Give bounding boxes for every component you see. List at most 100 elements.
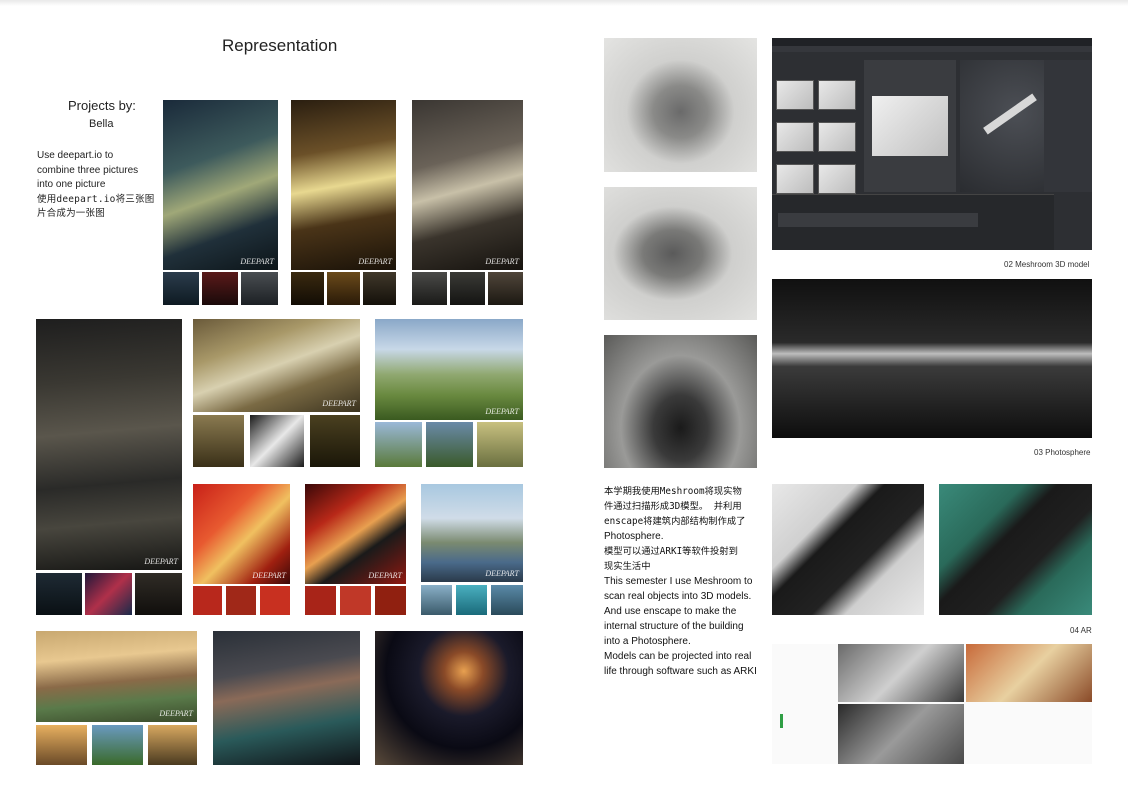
3d-viewer bbox=[960, 60, 1054, 192]
source-thumb bbox=[202, 272, 238, 305]
source-thumb bbox=[260, 586, 290, 615]
source-thumb bbox=[450, 272, 485, 305]
photo-cube-side bbox=[604, 187, 757, 320]
image-thumb bbox=[776, 164, 814, 194]
watermark: DEEPART bbox=[322, 399, 356, 408]
source-thumb bbox=[375, 586, 406, 615]
meshroom-titlebar bbox=[772, 38, 1092, 46]
artwork-red-room-1: DEEPART bbox=[193, 484, 290, 584]
artwork-red-room-2: DEEPART bbox=[305, 484, 406, 584]
description-line: Models can be projected into real bbox=[604, 651, 752, 662]
point-cloud bbox=[983, 93, 1037, 135]
description-line: This semester I use Meshroom to bbox=[604, 576, 753, 587]
artwork-two-figures bbox=[604, 335, 757, 468]
watermark: DEEPART bbox=[485, 569, 519, 578]
artwork-city-2: DEEPART bbox=[291, 100, 396, 270]
description-line: into a Photosphere. bbox=[604, 636, 691, 647]
source-thumb bbox=[421, 585, 452, 615]
source-thumb bbox=[193, 415, 244, 467]
arki-image bbox=[966, 644, 1092, 702]
caption-photosphere: 03 Photosphere bbox=[1034, 448, 1091, 457]
arki-image bbox=[838, 644, 964, 702]
photo-cube-top bbox=[604, 38, 757, 172]
source-thumb bbox=[363, 272, 396, 305]
projects-by-label: Projects by: bbox=[68, 98, 136, 113]
description-line: Photosphere. bbox=[604, 531, 664, 542]
artwork-city-1: DEEPART bbox=[163, 100, 278, 270]
arki-image bbox=[838, 704, 964, 764]
artwork-night-girl bbox=[213, 631, 360, 765]
description-line: internal structure of the building bbox=[604, 621, 744, 632]
source-thumb bbox=[250, 415, 304, 467]
image-thumb bbox=[818, 80, 856, 110]
artwork-landscape-girl: DEEPART bbox=[375, 319, 523, 420]
meshroom-menubar bbox=[772, 46, 1092, 52]
node-strip bbox=[778, 213, 978, 227]
source-thumb bbox=[148, 725, 197, 765]
description-block: Use deepart.io to combine three pictures… bbox=[37, 149, 159, 222]
desc-line-cn: 片合成为一张图 bbox=[37, 208, 105, 219]
source-thumb bbox=[36, 573, 82, 615]
source-thumb bbox=[327, 272, 360, 305]
arki-collage bbox=[772, 644, 1092, 764]
source-thumb bbox=[291, 272, 324, 305]
source-thumb bbox=[340, 586, 371, 615]
ar-model-map bbox=[772, 484, 924, 615]
source-thumb bbox=[163, 272, 199, 305]
source-thumb bbox=[310, 415, 360, 467]
image-viewer bbox=[864, 60, 956, 192]
description-line: 现实生活中 bbox=[604, 561, 651, 572]
description-line: And use enscape to make the bbox=[604, 606, 737, 617]
watermark: DEEPART bbox=[252, 571, 286, 580]
description-line: 本学期我使用Meshroom将现实物 bbox=[604, 486, 742, 497]
caption-ar: 04 AR bbox=[1070, 626, 1092, 635]
desc-line: into one picture bbox=[37, 179, 106, 190]
description-line: enscape将建筑内部结构制作成了 bbox=[604, 516, 746, 527]
source-thumb bbox=[85, 573, 132, 615]
source-thumb bbox=[92, 725, 143, 765]
source-thumb bbox=[491, 585, 523, 615]
desc-line-cn: 使用deepart.io将三张图 bbox=[37, 193, 155, 205]
artwork-skyline: DEEPART bbox=[421, 484, 523, 582]
source-thumb bbox=[375, 422, 422, 467]
watermark: DEEPART bbox=[240, 257, 274, 266]
source-thumb bbox=[193, 586, 222, 615]
image-thumb bbox=[818, 122, 856, 152]
source-thumb bbox=[226, 586, 256, 615]
accent-mark bbox=[780, 714, 783, 728]
page-title: Representation bbox=[222, 36, 338, 55]
source-thumb bbox=[456, 585, 487, 615]
meshroom-screenshot bbox=[772, 38, 1092, 250]
graph-editor bbox=[772, 194, 1054, 250]
watermark: DEEPART bbox=[159, 709, 193, 718]
source-thumb bbox=[135, 573, 182, 615]
source-thumb bbox=[305, 586, 336, 615]
source-thumb bbox=[241, 272, 278, 305]
ar-model-mat bbox=[939, 484, 1092, 615]
watermark: DEEPART bbox=[368, 571, 402, 580]
preview-image bbox=[872, 96, 948, 156]
image-thumb bbox=[776, 80, 814, 110]
author-name: Bella bbox=[89, 118, 114, 130]
source-thumb bbox=[426, 422, 473, 467]
watermark: DEEPART bbox=[358, 257, 392, 266]
watermark: DEEPART bbox=[485, 257, 519, 266]
watermark: DEEPART bbox=[144, 557, 178, 566]
artwork-space-collage bbox=[375, 631, 523, 765]
description-line: scan real objects into 3D models. bbox=[604, 591, 752, 602]
artwork-hand-collage: DEEPART bbox=[193, 319, 360, 412]
project-description: 本学期我使用Meshroom将现实物 件通过扫描形成3D模型。 并利用 enscap… bbox=[604, 484, 760, 679]
inspector-panel bbox=[1044, 60, 1092, 192]
description-line: life through software such as ARKI bbox=[604, 666, 757, 677]
artwork-rainy-street: DEEPART bbox=[36, 319, 182, 570]
image-thumb bbox=[776, 122, 814, 152]
desc-line: Use deepart.io to bbox=[37, 150, 114, 161]
source-thumb bbox=[412, 272, 447, 305]
description-line: 模型可以通过ARKI等软件投射到 bbox=[604, 546, 738, 557]
source-thumb bbox=[36, 725, 87, 765]
source-thumb bbox=[488, 272, 523, 305]
caption-meshroom: 02 Meshroom 3D model bbox=[1004, 260, 1090, 269]
artwork-city-3: DEEPART bbox=[412, 100, 523, 270]
source-thumb bbox=[477, 422, 523, 467]
desc-line: combine three pictures bbox=[37, 164, 139, 176]
